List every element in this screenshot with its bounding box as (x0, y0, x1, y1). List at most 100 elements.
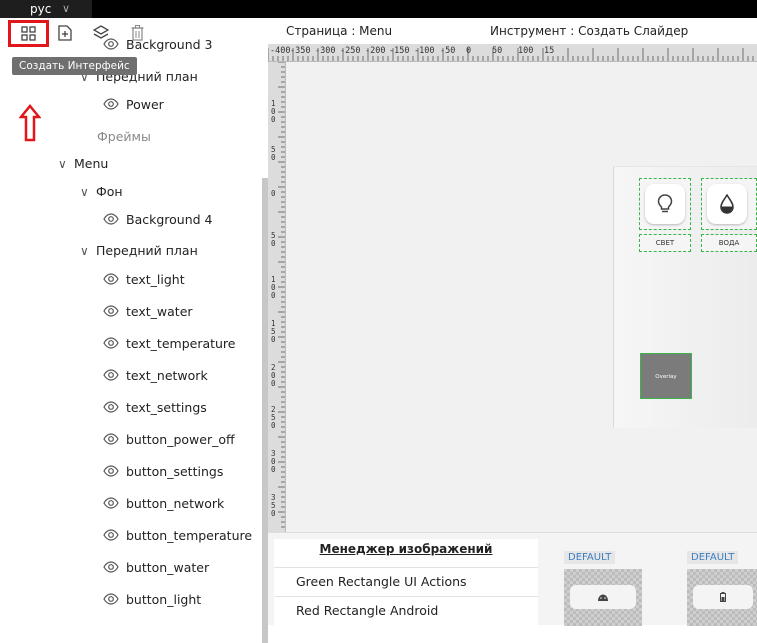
tree-item[interactable]: button_light (103, 590, 201, 610)
tree-group[interactable]: ∨ Menu (58, 154, 108, 174)
tree-item[interactable]: Power (103, 95, 164, 115)
ruler-tick-label: 250 (271, 405, 276, 430)
top-bar (0, 0, 757, 18)
default-label: DEFAULT (687, 551, 739, 564)
eye-icon[interactable] (103, 369, 119, 381)
eye-icon[interactable] (103, 98, 119, 110)
tree-item[interactable]: button_power_off (103, 430, 235, 450)
ruler-tick-label: -50 (440, 46, 456, 56)
ruler-tick-label: -300 (315, 46, 336, 56)
eye-icon[interactable] (103, 401, 119, 413)
tree-item-label: text_network (126, 368, 208, 383)
battery-icon (720, 592, 726, 602)
tree-item-label: button_temperature (126, 528, 253, 543)
list-item[interactable]: Green Rectangle UI Actions (274, 567, 538, 595)
tree-item[interactable]: text_light (103, 270, 185, 290)
ruler-horizontal: -400 -350 -300 -250 -200 -150 -100 -50 0 50 100 15 (268, 44, 757, 62)
water-drop-icon (720, 194, 734, 214)
image-thumbnail[interactable] (687, 569, 757, 626)
chevron-down-icon: ∨ (62, 2, 71, 15)
thumbnail-button (570, 585, 636, 609)
ruler-tick-label: 15 (544, 46, 555, 56)
lightbulb-icon (657, 194, 673, 213)
tree-item-label: button_network (126, 496, 225, 511)
file-plus-icon (58, 25, 72, 41)
eye-icon[interactable] (103, 465, 119, 477)
default-label: DEFAULT (564, 551, 616, 564)
light-caption: СВЕТ (639, 234, 691, 252)
eye-icon[interactable] (103, 273, 119, 285)
ruler-tick-label: -150 (389, 46, 410, 56)
current-tool-label: Инструмент : Создать Слайдер (490, 24, 689, 38)
tree-item[interactable]: button_network (103, 494, 224, 514)
image-list: Менеджер изображений Green Rectangle UI … (274, 539, 538, 626)
tree-item[interactable]: text_temperature (103, 334, 236, 354)
eye-icon[interactable] (103, 593, 119, 605)
light-button[interactable] (645, 184, 685, 224)
eye-icon[interactable] (103, 561, 119, 573)
tree-item-label: Передний план (96, 243, 198, 258)
tree-group[interactable]: ∨ Фон (80, 182, 123, 202)
tree-item[interactable]: button_temperature (103, 526, 252, 546)
eye-icon[interactable] (103, 38, 119, 50)
ruler-tick-label: 50 (271, 145, 276, 162)
ruler-tick-label: 100 (518, 46, 534, 56)
ruler-tick-label: 50 (271, 231, 276, 248)
light-tile[interactable] (639, 178, 691, 230)
ruler-tick-label: -350 (290, 46, 311, 56)
ruler-tick-label: 350 (271, 493, 276, 518)
canvas-panel: Страница : Menu Инструмент : Создать Сла… (268, 18, 757, 626)
tree-item-label: button_settings (126, 464, 224, 479)
ruler-tick-label: 100 (271, 99, 276, 124)
ruler-tick-label: 0 (466, 46, 472, 56)
tree-item[interactable]: button_water (103, 558, 209, 578)
chevron-down-icon[interactable]: ∨ (80, 182, 92, 202)
thumbnail-button (693, 585, 753, 609)
chevron-down-icon[interactable]: ∨ (80, 241, 92, 261)
tree-item[interactable]: text_settings (103, 398, 207, 418)
language-selector[interactable]: рус ∨ (0, 0, 92, 18)
ruler-tick-label: 200 (271, 363, 276, 388)
eye-icon[interactable] (103, 497, 119, 509)
tree-item[interactable]: text_water (103, 302, 193, 322)
language-label: рус (30, 2, 52, 16)
ruler-tick-label: 0 (271, 189, 276, 198)
canvas-header: Страница : Menu Инструмент : Создать Сла… (268, 18, 757, 44)
water-tile[interactable] (701, 178, 757, 230)
eye-icon[interactable] (103, 529, 119, 541)
tree-section[interactable]: Фреймы (97, 127, 151, 147)
eye-icon[interactable] (103, 337, 119, 349)
ruler-tick-label: 300 (271, 449, 276, 474)
tree-item[interactable]: button_settings (103, 462, 223, 482)
water-caption: ВОДА (701, 234, 757, 252)
layers-panel: Создать Интерфейс Background 3 ∨ Передний … (0, 18, 268, 643)
image-thumbnail[interactable] (564, 569, 642, 626)
eye-icon[interactable] (103, 433, 119, 445)
list-item[interactable]: Red Rectangle Android (274, 596, 538, 624)
current-page-label: Страница : Menu (286, 24, 393, 38)
tree-item[interactable]: text_network (103, 366, 208, 386)
tree-item-label: button_water (126, 560, 210, 575)
tree-group[interactable]: ∨ Передний план (80, 241, 198, 261)
image-manager-panel: Менеджер изображений Green Rectangle UI … (268, 532, 757, 626)
tree-item-label: text_temperature (126, 336, 236, 351)
tree-item-label: Фон (96, 184, 123, 199)
eye-icon[interactable] (103, 305, 119, 317)
tree-item-label: button_power_off (126, 432, 235, 447)
eye-icon[interactable] (103, 213, 119, 225)
image-manager-title: Менеджер изображений (319, 542, 493, 556)
android-icon (598, 594, 608, 601)
ruler-tick-label: 150 (271, 319, 276, 344)
water-button[interactable] (707, 184, 747, 224)
ruler-tick-label: -400 (270, 46, 291, 56)
tree-item-label: Power (126, 97, 164, 112)
tree-item[interactable]: Background 4 (103, 210, 213, 230)
tree-item-label: Фреймы (97, 129, 151, 144)
ruler-vertical: 100500501001502002503003504 (268, 62, 286, 532)
tree-item-label: Background 4 (126, 212, 213, 227)
ruler-tick-label: 50 (492, 46, 503, 56)
overlay-element[interactable]: Overlay (640, 353, 692, 399)
tree-item[interactable]: Background 3 (103, 35, 213, 55)
chevron-down-icon[interactable]: ∨ (58, 154, 70, 174)
add-file-button[interactable] (53, 22, 77, 44)
